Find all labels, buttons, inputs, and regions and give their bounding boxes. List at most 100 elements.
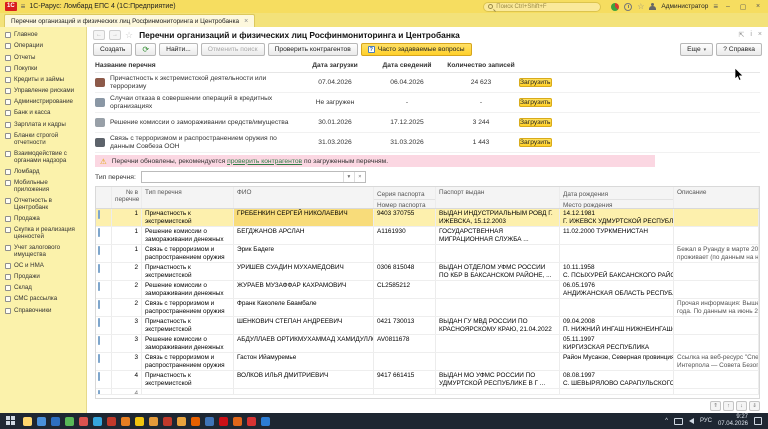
load-button[interactable]: Загрузить	[519, 118, 552, 127]
find-button[interactable]: Найти...	[159, 43, 198, 56]
list-row[interactable]: Связь с терроризмом и распространением о…	[95, 133, 760, 153]
person-row[interactable]: 3 Связь с терроризмом и распространением…	[96, 353, 759, 371]
person-row[interactable]: 4 Причастность к экстремистской деятельн…	[96, 371, 759, 389]
sidebar-item[interactable]: Операции	[2, 41, 86, 52]
network-icon[interactable]	[674, 418, 683, 425]
faq-button[interactable]: ? Часто задаваемые вопросы	[361, 43, 472, 56]
firefox-icon[interactable]	[191, 417, 200, 426]
resize-form-icon[interactable]: ⇱	[738, 31, 744, 39]
sidebar-item[interactable]: Взаимодействие с органами надзора	[2, 149, 86, 167]
col-info-date[interactable]: Дата сведений	[371, 62, 443, 69]
pin-icon[interactable]	[79, 417, 88, 426]
tab-lists[interactable]: Перечни организаций и физических лиц Рос…	[4, 14, 255, 27]
sidebar-item[interactable]: Покупки	[2, 64, 86, 75]
col-load-date[interactable]: Дата загрузки	[299, 62, 371, 69]
person-row[interactable]: 3 Причастность к экстремистской деятельн…	[96, 317, 759, 335]
person-row[interactable]: 2 Решение комиссии о замораживании денеж…	[96, 281, 759, 299]
sidebar-item[interactable]: Бланки строгой отчетности	[2, 131, 86, 149]
tray-expand-icon[interactable]: ^	[665, 418, 668, 424]
sidebar-item[interactable]: СМС рассылка	[2, 294, 86, 305]
col-fio[interactable]: ФИО	[234, 187, 374, 208]
form-close-icon[interactable]: ×	[758, 31, 762, 39]
acrobat-icon[interactable]	[163, 417, 172, 426]
close-button[interactable]: ×	[753, 3, 763, 10]
add-favorite-icon[interactable]: ☆	[125, 31, 133, 40]
user-name[interactable]: Администратор	[661, 3, 708, 10]
back-button[interactable]: ←	[93, 30, 105, 40]
file-explorer-icon[interactable]	[23, 417, 32, 426]
list-row[interactable]: Случаи отказа в совершении операций в кр…	[95, 93, 760, 113]
list-type-filter-input[interactable]: ▾ ×	[141, 171, 366, 183]
notification-center-icon[interactable]	[754, 417, 762, 425]
sidebar-item[interactable]: Продажи	[2, 272, 86, 283]
scroll-button[interactable]: ⇓	[749, 401, 760, 411]
scroll-button[interactable]: ⇑	[710, 401, 721, 411]
load-button[interactable]: Загрузить	[519, 78, 552, 87]
sidebar-item[interactable]: Администрирование	[2, 97, 86, 108]
col-issued[interactable]: Паспорт выдан	[436, 187, 560, 208]
favorites-icon[interactable]: ☆	[637, 3, 644, 11]
sidebar-item[interactable]: Мобильные приложения	[2, 178, 86, 196]
language-indicator[interactable]: РУС	[700, 418, 712, 424]
col-list-type[interactable]: Тип перечня	[142, 187, 234, 208]
refresh-button[interactable]: ⟳	[135, 43, 156, 56]
person-row[interactable]: 1 Связь с терроризмом и распространением…	[96, 245, 759, 263]
minimize-button[interactable]: –	[723, 3, 733, 10]
sidebar-item[interactable]: Кредиты и займы	[2, 75, 86, 86]
volume-icon[interactable]	[689, 418, 694, 424]
sidebar-item[interactable]: Ломбард	[2, 166, 86, 177]
sidebar-item[interactable]: Скупка и реализация ценностей	[2, 225, 86, 243]
opera-icon[interactable]	[219, 417, 228, 426]
folder-orange-icon[interactable]	[149, 417, 158, 426]
tab-close-icon[interactable]: ×	[244, 18, 248, 25]
person-row[interactable]: 1 Причастность к экстремистской деятельн…	[96, 209, 759, 227]
app-window-icon[interactable]	[37, 417, 46, 426]
sidebar-item[interactable]: Продажа	[2, 214, 86, 225]
form-info-icon[interactable]: i	[750, 31, 752, 39]
main-menu-icon[interactable]: ≡	[21, 3, 26, 11]
photos-icon[interactable]	[65, 417, 74, 426]
globe-icon[interactable]	[107, 417, 116, 426]
sidebar-item[interactable]: Учет залогового имущества	[2, 243, 86, 261]
sidebar-item[interactable]: Зарплата и кадры	[2, 119, 86, 130]
sidebar-item[interactable]: Главное	[2, 30, 86, 41]
help-button[interactable]: ? Справка	[716, 43, 762, 56]
start-button[interactable]	[6, 416, 18, 426]
yandex-browser-icon[interactable]	[247, 417, 256, 426]
col-description[interactable]: Описание	[674, 187, 759, 208]
forward-button[interactable]: →	[109, 30, 121, 40]
create-button[interactable]: Создать	[93, 43, 132, 56]
global-search-input[interactable]: Поиск Ctrl+Shift+F	[483, 2, 601, 12]
1c-icon[interactable]	[233, 417, 242, 426]
sidebar-item[interactable]: ОС и НМА	[2, 261, 86, 272]
sidebar-item[interactable]: Банк и касса	[2, 108, 86, 119]
col-list-name[interactable]: Название перечня	[95, 62, 299, 69]
sidebar-item[interactable]: Управление рисками	[2, 86, 86, 97]
more-button[interactable]: Еще▾	[680, 43, 713, 56]
dropdown-icon[interactable]: ▾	[343, 172, 354, 182]
clear-filter-icon[interactable]: ×	[354, 172, 365, 182]
person-row[interactable]: 4 … …	[96, 389, 759, 395]
cancel-search-button[interactable]: Отменить поиск	[201, 43, 265, 56]
sidebar-item[interactable]: Отчеты	[2, 52, 86, 63]
scroll-button[interactable]: ↓	[736, 401, 747, 411]
check-counterparties-link[interactable]: проверить контрагентов	[227, 158, 302, 165]
person-row[interactable]: 2 Связь с терроризмом и распространением…	[96, 299, 759, 317]
rdp-icon[interactable]	[205, 417, 214, 426]
sidebar-item[interactable]: Отчетность в Центробанк	[2, 196, 86, 214]
app-orange-icon[interactable]	[121, 417, 130, 426]
scroll-button[interactable]: ↑	[723, 401, 734, 411]
person-row[interactable]: 1 Решение комиссии о замораживании денеж…	[96, 227, 759, 245]
mail-icon[interactable]	[135, 417, 144, 426]
col-record-count[interactable]: Количество записей	[443, 62, 519, 69]
list-row[interactable]: Решение комиссии о замораживании средств…	[95, 113, 760, 133]
check-counterparties-button[interactable]: Проверить контрагентов	[268, 43, 358, 56]
load-button[interactable]: Загрузить	[519, 98, 552, 107]
settings-menu-icon[interactable]: ≡	[713, 3, 718, 11]
person-row[interactable]: 2 Причастность к экстремистской деятельн…	[96, 263, 759, 281]
maximize-button[interactable]: ▢	[738, 3, 748, 11]
sidebar-item[interactable]: Справочники	[2, 305, 86, 316]
list-row[interactable]: Причастность к экстремистской деятельнос…	[95, 73, 760, 93]
col-number[interactable]: № в перечне	[112, 187, 142, 208]
service-status-icon[interactable]	[611, 3, 619, 11]
